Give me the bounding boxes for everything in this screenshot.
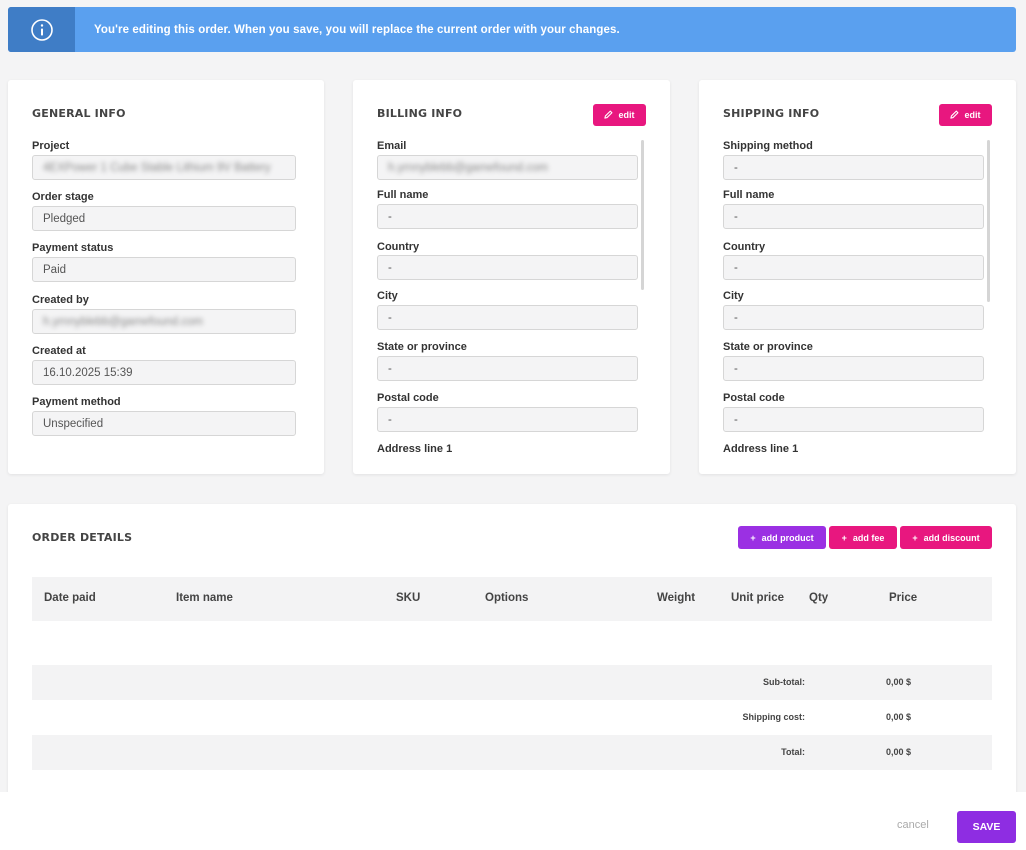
column-item-name: Item name	[176, 592, 233, 604]
column-sku: SKU	[396, 592, 421, 604]
save-button[interactable]: SAVE	[957, 811, 1016, 843]
shipping-state-field[interactable]: -	[723, 356, 984, 381]
billing-city-label: City	[377, 290, 398, 302]
billing-country-field[interactable]: -	[377, 255, 638, 280]
billing-email-field[interactable]: h.yrnnyblebb@gamefound.com	[377, 155, 638, 180]
billing-state-label: State or province	[377, 341, 467, 353]
pencil-icon	[950, 110, 959, 121]
subtotal-label: Sub-total:	[763, 677, 805, 687]
column-price: Price	[889, 592, 918, 604]
created-at-label: Created at	[32, 345, 86, 357]
payment-status-label: Payment status	[32, 242, 114, 254]
created-by-label: Created by	[32, 294, 89, 306]
add-fee-button[interactable]: + add fee	[829, 526, 897, 549]
shipping-edit-label: edit	[964, 110, 981, 120]
banner-message: You're editing this order. When you save…	[94, 23, 620, 36]
shipping-cost-label: Shipping cost:	[742, 712, 806, 722]
order-details-title: ORDER DETAILS	[32, 531, 133, 544]
billing-edit-button[interactable]: edit	[593, 104, 646, 126]
created-at-field[interactable]: 16.10.2025 15:39	[32, 360, 296, 385]
billing-state-field[interactable]: -	[377, 356, 638, 381]
project-label: Project	[32, 140, 70, 152]
billing-postal-code-label: Postal code	[377, 392, 439, 404]
shipping-cost-value: 0,00 $	[886, 712, 912, 722]
billing-postal-code-field[interactable]: -	[377, 407, 638, 432]
shipping-full-name-label: Full name	[723, 189, 775, 201]
total-value: 0,00 $	[886, 747, 912, 757]
shipping-cost-row: Shipping cost: 0,00 $	[32, 700, 992, 735]
pencil-icon	[604, 110, 613, 121]
column-unit-price: Unit price	[731, 592, 785, 604]
add-product-button[interactable]: + add product	[738, 526, 826, 549]
plus-icon: +	[912, 532, 918, 543]
order-stage-label: Order stage	[32, 191, 94, 203]
billing-full-name-field[interactable]: -	[377, 204, 638, 229]
shipping-edit-button[interactable]: edit	[939, 104, 992, 126]
billing-full-name-label: Full name	[377, 189, 429, 201]
billing-address-line1-label: Address line 1	[377, 443, 453, 452]
plus-icon: +	[841, 532, 847, 543]
order-stage-field[interactable]: Pledged	[32, 206, 296, 231]
plus-icon: +	[750, 532, 756, 543]
billing-edit-label: edit	[618, 110, 635, 120]
order-table-header: Date paid Item name SKU Options Weight U…	[32, 577, 992, 621]
cancel-button[interactable]: cancel	[897, 819, 929, 831]
column-qty: Qty	[809, 592, 829, 604]
billing-email-label: Email	[377, 140, 407, 152]
total-row: Total: 0,00 $	[32, 735, 992, 770]
add-discount-button[interactable]: + add discount	[900, 526, 992, 549]
edit-notice-banner: You're editing this order. When you save…	[8, 7, 1016, 52]
shipping-info-title: SHIPPING INFO	[723, 107, 820, 120]
column-options: Options	[485, 592, 529, 604]
subtotal-row: Sub-total: 0,00 $	[32, 665, 992, 700]
billing-info-title: BILLING INFO	[377, 107, 463, 120]
column-weight: Weight	[657, 592, 696, 604]
shipping-scroll-area[interactable]: Shipping method - Full name - Country - …	[699, 136, 1016, 452]
billing-city-field[interactable]: -	[377, 305, 638, 330]
shipping-country-field[interactable]: -	[723, 255, 984, 280]
shipping-method-label: Shipping method	[723, 140, 813, 152]
shipping-method-field[interactable]: -	[723, 155, 984, 180]
project-field[interactable]: 4EXPower 1 Cube Stable Lithium 9V Batter…	[32, 155, 296, 180]
shipping-info-card: SHIPPING INFO edit Shipping method - Ful…	[699, 80, 1016, 474]
info-icon	[8, 7, 75, 52]
billing-country-label: Country	[377, 241, 420, 253]
action-footer: cancel SAVE	[0, 792, 1026, 850]
general-info-title: GENERAL INFO	[32, 107, 126, 120]
shipping-address-line1-label: Address line 1	[723, 443, 799, 452]
shipping-postal-code-label: Postal code	[723, 392, 785, 404]
shipping-postal-code-field[interactable]: -	[723, 407, 984, 432]
total-label: Total:	[781, 747, 805, 757]
payment-method-label: Payment method	[32, 396, 121, 408]
payment-method-field[interactable]: Unspecified	[32, 411, 296, 436]
payment-status-field[interactable]: Paid	[32, 257, 296, 282]
shipping-city-field[interactable]: -	[723, 305, 984, 330]
created-by-field[interactable]: h.yrnnyblebb@gamefound.com	[32, 309, 296, 334]
shipping-country-label: Country	[723, 241, 766, 253]
general-info-card: GENERAL INFO Project 4EXPower 1 Cube Sta…	[8, 80, 324, 474]
shipping-state-label: State or province	[723, 341, 813, 353]
billing-info-card: BILLING INFO edit Email h.yrnnyblebb@gam…	[353, 80, 670, 474]
column-date-paid: Date paid	[44, 592, 96, 604]
billing-scroll-area[interactable]: Email h.yrnnyblebb@gamefound.com Full na…	[353, 136, 670, 452]
shipping-full-name-field[interactable]: -	[723, 204, 984, 229]
order-details-card: ORDER DETAILS + add product + add fee + …	[8, 504, 1016, 804]
subtotal-value: 0,00 $	[886, 677, 912, 687]
shipping-city-label: City	[723, 290, 744, 302]
